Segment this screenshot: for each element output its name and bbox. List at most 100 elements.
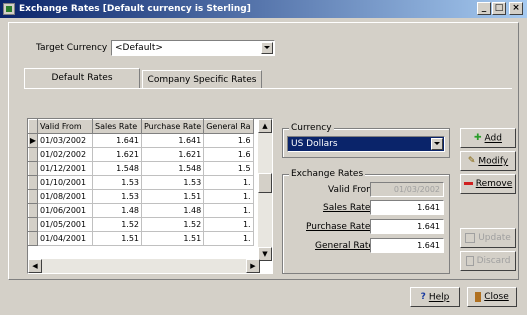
- table-cell: 1.6: [203, 147, 254, 162]
- chevron-down-icon[interactable]: [261, 42, 273, 54]
- currency-select-value: US Dollars: [291, 139, 338, 149]
- table-row[interactable]: 01/10/2001 1.53 1.53 1.: [28, 175, 254, 190]
- purchase-rate-label: Purchase Rate: [306, 222, 371, 232]
- minus-icon: [463, 182, 473, 185]
- table-cell: 1.48: [92, 203, 142, 218]
- table-cell: 01/04/2001: [37, 231, 93, 246]
- close-button[interactable]: Close: [467, 287, 517, 307]
- scroll-right-icon[interactable]: ▶: [246, 259, 260, 273]
- question-icon: ?: [420, 292, 426, 302]
- grid-header-row: Valid From Sales Rate Purchase Rate Gene…: [28, 119, 254, 134]
- scroll-down-icon[interactable]: ▼: [258, 247, 272, 261]
- table-row[interactable]: 01/04/2001 1.51 1.51 1.: [28, 231, 254, 246]
- table-cell: 1.: [203, 175, 254, 190]
- vertical-scrollbar[interactable]: ▲ ▼: [258, 119, 272, 261]
- table-cell: 1.: [203, 217, 254, 232]
- table-row[interactable]: ▶ 01/03/2002 1.641 1.641 1.6: [28, 133, 254, 148]
- tab-default-rates[interactable]: Default Rates: [24, 68, 140, 88]
- target-currency-select[interactable]: <Default>: [111, 40, 275, 56]
- table-cell: 1.51: [92, 231, 142, 246]
- column-header-purchase-rate[interactable]: Purchase Rate: [140, 119, 205, 134]
- save-icon: [465, 232, 476, 243]
- discard-button-label: Discard: [476, 256, 511, 266]
- app-icon: [3, 3, 15, 15]
- plus-icon: ✚: [474, 133, 482, 143]
- minimize-button[interactable]: _: [477, 2, 491, 15]
- rates-grid[interactable]: Valid From Sales Rate Purchase Rate Gene…: [27, 118, 273, 274]
- close-window-button[interactable]: ×: [509, 2, 523, 15]
- table-cell: 1.53: [141, 175, 205, 190]
- table-row[interactable]: 01/08/2001 1.53 1.51 1.: [28, 189, 254, 204]
- table-row[interactable]: 01/02/2002 1.621 1.621 1.6: [28, 147, 254, 162]
- target-currency-value: <Default>: [115, 43, 163, 53]
- table-cell: 1.53: [92, 175, 142, 190]
- column-header-valid-from[interactable]: Valid From: [37, 119, 93, 134]
- table-row[interactable]: 01/12/2001 1.548 1.548 1.5: [28, 161, 254, 176]
- table-cell: 1.548: [92, 161, 142, 176]
- remove-button[interactable]: Remove: [460, 174, 516, 194]
- row-indicator[interactable]: [28, 231, 38, 246]
- update-button-label: Update: [478, 233, 511, 243]
- currency-select[interactable]: US Dollars: [287, 136, 445, 152]
- add-button-label: Add: [484, 133, 502, 144]
- valid-from-field[interactable]: 01/03/2002: [370, 182, 444, 197]
- update-button[interactable]: Update: [460, 228, 516, 248]
- scroll-left-icon[interactable]: ◀: [28, 259, 42, 273]
- table-cell: 1.621: [141, 147, 205, 162]
- table-cell: 1.5: [203, 161, 254, 176]
- general-rate-field[interactable]: 1.641: [370, 238, 444, 253]
- maximize-button[interactable]: □: [492, 2, 506, 15]
- table-cell: 01/08/2001: [37, 189, 93, 204]
- purchase-rate-field[interactable]: 1.641: [370, 219, 444, 234]
- close-button-label: Close: [484, 292, 509, 302]
- window-title: Exchange Rates [Default currency is Ster…: [19, 4, 251, 14]
- table-cell: 1.53: [92, 189, 142, 204]
- modify-button-label: Modify: [478, 156, 509, 167]
- table-cell: 01/05/2001: [37, 217, 93, 232]
- table-row[interactable]: 01/05/2001 1.52 1.52 1.: [28, 217, 254, 232]
- row-indicator[interactable]: [28, 175, 38, 190]
- column-header-general-rate[interactable]: General Ra: [203, 119, 254, 134]
- horizontal-scrollbar[interactable]: ◀ ▶: [28, 259, 260, 273]
- scroll-thumb[interactable]: [258, 173, 272, 193]
- tab-divider: [24, 88, 512, 89]
- discard-icon: [465, 255, 474, 266]
- table-cell: 1.48: [141, 203, 205, 218]
- table-cell: 1.621: [92, 147, 142, 162]
- table-cell: 01/03/2002: [37, 133, 93, 148]
- help-button-label: Help: [428, 292, 450, 303]
- help-button[interactable]: ? Help: [410, 287, 460, 307]
- table-cell: 1.51: [141, 231, 205, 246]
- grid-corner: [28, 119, 38, 134]
- door-icon: [475, 291, 482, 302]
- table-cell: 1.: [203, 189, 254, 204]
- row-indicator[interactable]: [28, 203, 38, 218]
- table-cell: 1.6: [203, 133, 254, 148]
- table-cell: 1.52: [141, 217, 205, 232]
- row-indicator[interactable]: [28, 147, 38, 162]
- sales-rate-field[interactable]: 1.641: [370, 200, 444, 215]
- add-button[interactable]: ✚ Add: [460, 128, 516, 148]
- tab-company-specific-rates[interactable]: Company Specific Rates: [142, 70, 262, 88]
- currency-group-title: Currency: [289, 123, 334, 133]
- row-indicator[interactable]: [28, 161, 38, 176]
- row-indicator[interactable]: [28, 217, 38, 232]
- table-cell: 01/10/2001: [37, 175, 93, 190]
- table-cell: 1.: [203, 203, 254, 218]
- scroll-up-icon[interactable]: ▲: [258, 119, 272, 133]
- current-row-arrow-icon[interactable]: ▶: [28, 133, 38, 148]
- modify-button[interactable]: ✎ Modify: [460, 151, 516, 171]
- title-bar[interactable]: Exchange Rates [Default currency is Ster…: [0, 0, 527, 18]
- chevron-down-icon[interactable]: [431, 138, 443, 150]
- table-cell: 1.52: [92, 217, 142, 232]
- table-row[interactable]: 01/06/2001 1.48 1.48 1.: [28, 203, 254, 218]
- row-indicator[interactable]: [28, 189, 38, 204]
- table-cell: 1.: [203, 231, 254, 246]
- discard-button[interactable]: Discard: [460, 251, 516, 271]
- table-cell: 1.548: [141, 161, 205, 176]
- table-cell: 1.51: [141, 189, 205, 204]
- target-currency-label: Target Currency: [36, 43, 108, 53]
- table-cell: 01/06/2001: [37, 203, 93, 218]
- pencil-icon: ✎: [467, 156, 476, 166]
- column-header-sales-rate[interactable]: Sales Rate: [92, 119, 142, 134]
